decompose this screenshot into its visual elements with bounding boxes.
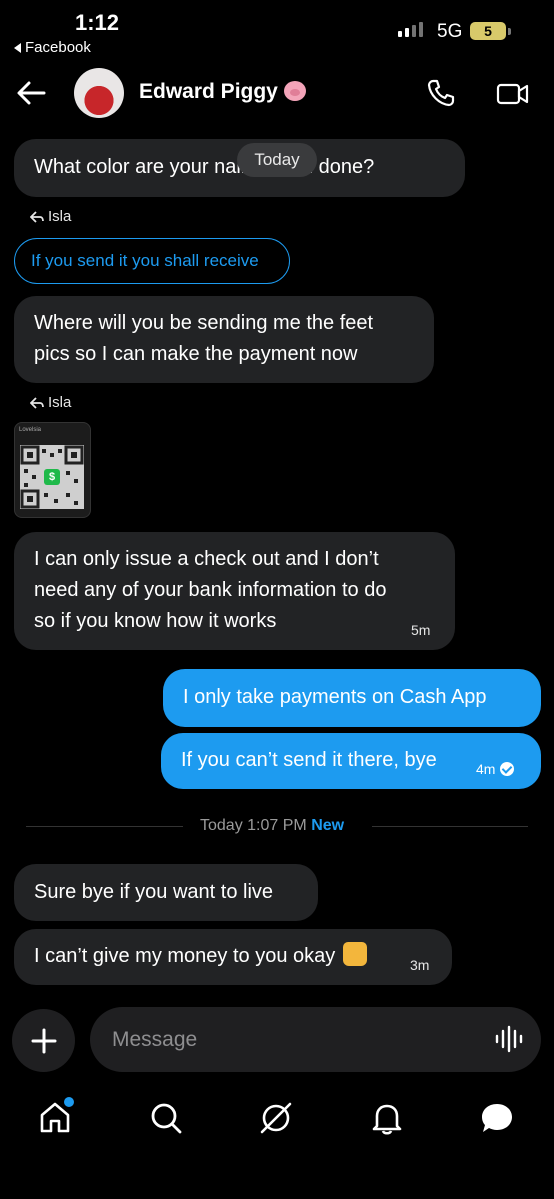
contact-name[interactable]: Edward Piggy	[139, 80, 306, 104]
qr-title: Lovelsia	[19, 427, 42, 433]
message-line: Where will you be sending me the feet	[34, 312, 374, 334]
bell-icon[interactable]	[369, 1100, 405, 1136]
signal-icon	[398, 22, 423, 37]
battery-tip	[508, 28, 511, 35]
search-icon[interactable]	[148, 1100, 184, 1136]
reply-icon	[30, 396, 44, 409]
incoming-message[interactable]: Sure bye if you want to live	[14, 864, 318, 921]
cash-app-icon: $	[44, 469, 60, 485]
home-notification-dot	[62, 1095, 76, 1109]
divider-line	[372, 826, 528, 827]
incoming-message[interactable]: Where will you be sending me the feet pi…	[14, 296, 434, 383]
back-app-label: Facebook	[25, 39, 91, 56]
new-messages-divider: Today 1:07 PM New	[200, 817, 344, 835]
reply-icon	[30, 210, 44, 223]
contact-name-text: Edward Piggy	[139, 80, 278, 103]
chat-icon[interactable]	[479, 1100, 515, 1136]
message-line: need any of your bank information to do	[34, 579, 387, 601]
qr-code-pattern: $	[20, 445, 84, 509]
message-time: 4m	[476, 761, 496, 777]
thumbs-up-emoji-icon	[343, 942, 368, 966]
message-line: I can only issue a check out and I don’t	[34, 548, 379, 570]
network-label: 5G	[437, 21, 463, 42]
message-line: so if you know how it works	[34, 610, 277, 632]
video-icon[interactable]	[496, 80, 530, 108]
voice-icon[interactable]	[494, 1024, 524, 1054]
outgoing-message[interactable]: I only take payments on Cash App	[163, 669, 541, 727]
back-to-app-link[interactable]: Facebook	[14, 39, 91, 56]
qr-code-image[interactable]: Lovelsia $	[14, 422, 91, 518]
reply-label-name: Isla	[48, 208, 72, 225]
divider-time: Today 1:07 PM	[200, 817, 307, 834]
phone-icon[interactable]	[426, 78, 456, 108]
back-arrow-icon[interactable]	[14, 78, 48, 108]
divider-line	[26, 826, 183, 827]
reply-label-name: Isla	[48, 394, 72, 411]
grok-icon[interactable]	[258, 1100, 294, 1136]
incoming-message[interactable]: I can only issue a check out and I don’t…	[14, 532, 455, 650]
status-time: 1:12	[75, 10, 120, 35]
reply-label: Isla	[30, 394, 71, 411]
pig-emoji-icon	[283, 81, 306, 101]
battery-icon: 5	[470, 22, 506, 40]
plus-icon	[31, 1028, 56, 1053]
message-line: pics so I can make the payment now	[34, 343, 358, 365]
add-attachment-button[interactable]	[12, 1009, 75, 1072]
message-text: I can’t give my money to you okay	[34, 945, 336, 967]
message-time: 3m	[410, 957, 430, 973]
reply-label: Isla	[30, 208, 71, 225]
incoming-message[interactable]: I can’t give my money to you okay	[14, 929, 452, 985]
avatar[interactable]	[74, 68, 124, 118]
message-status: 4m	[476, 761, 515, 777]
back-triangle-icon	[14, 42, 21, 53]
quoted-message[interactable]: If you send it you shall receive	[14, 238, 290, 284]
new-label: New	[311, 817, 345, 834]
message-input[interactable]	[90, 1007, 541, 1072]
message-time: 5m	[411, 622, 431, 638]
seen-check-icon	[500, 762, 515, 776]
date-pill: Today	[237, 143, 317, 177]
